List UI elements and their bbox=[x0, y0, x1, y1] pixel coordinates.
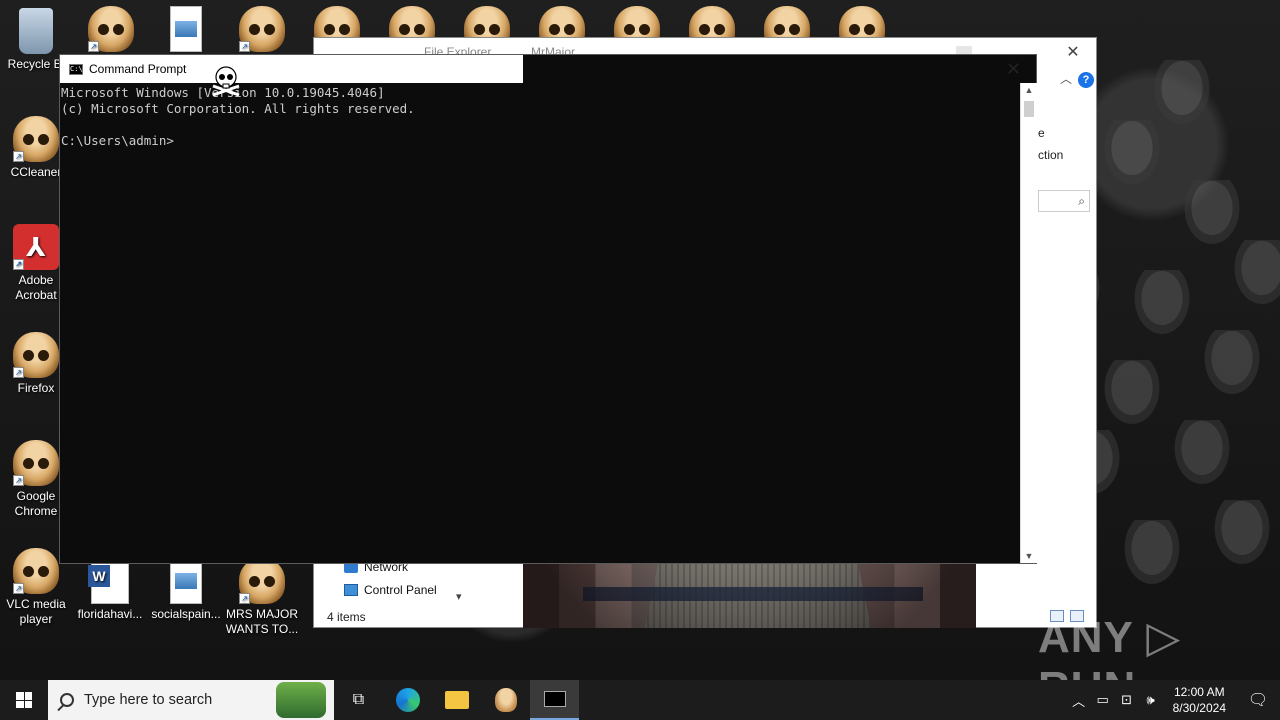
skull-icon: ↗ bbox=[13, 548, 59, 594]
wallpaper-skull bbox=[1100, 360, 1164, 430]
wallpaper-skull bbox=[1100, 120, 1164, 190]
doll-hem bbox=[583, 587, 923, 601]
skull-icon: ↗ bbox=[13, 116, 59, 162]
desktop-icon[interactable]: socialspain... bbox=[148, 558, 224, 622]
cmd-scrollbar[interactable]: ▲ ▼ bbox=[1020, 83, 1037, 563]
wallpaper-skull bbox=[1150, 60, 1214, 130]
windows-logo-icon bbox=[16, 692, 32, 708]
nav-scroll-down-icon[interactable]: ▾ bbox=[456, 590, 462, 603]
desktop-icon[interactable]: ↗ bbox=[224, 6, 300, 55]
explorer-status: 4 items bbox=[327, 610, 366, 624]
wallpaper-skull bbox=[1210, 500, 1274, 570]
explorer-close-icon[interactable]: ✕ bbox=[1050, 42, 1096, 62]
cmd-app-icon: C:\ bbox=[69, 63, 83, 75]
notification-icon[interactable]: 🗨 bbox=[1236, 690, 1280, 710]
desktop-icon[interactable]: ↗ MRS MAJOR WANTS TO... bbox=[224, 558, 300, 637]
taskbar-search[interactable]: Type here to search bbox=[48, 680, 334, 720]
desktop-icon-label: floridahavi... bbox=[77, 607, 143, 621]
skull-icon: ↗ bbox=[13, 440, 59, 486]
skull-icon bbox=[494, 688, 517, 712]
wallpaper-skull bbox=[1230, 240, 1280, 310]
task-view-button[interactable]: ⧉ bbox=[334, 680, 383, 720]
image-file-icon bbox=[170, 558, 202, 604]
scroll-down-icon[interactable]: ▼ bbox=[1021, 551, 1037, 561]
desktop-icon[interactable]: ↗ bbox=[73, 6, 149, 55]
volume-icon[interactable]: 🕪 bbox=[1139, 692, 1163, 708]
nav-item-control-panel[interactable]: Control Panel bbox=[344, 583, 437, 597]
skull-icon: ↗ bbox=[13, 332, 59, 378]
edge-icon bbox=[395, 688, 420, 712]
scroll-thumb[interactable] bbox=[1024, 101, 1034, 117]
wallpaper-skull bbox=[1170, 420, 1234, 490]
cmd-titlebar[interactable]: C:\ Command Prompt bbox=[60, 55, 523, 83]
skull-cursor-icon bbox=[212, 66, 240, 96]
console-line: Microsoft Windows [Version 10.0.19045.40… bbox=[61, 85, 385, 100]
task-view-icon: ⧉ bbox=[352, 691, 365, 708]
clock[interactable]: 12:00 AM 8/30/2024 bbox=[1163, 684, 1236, 716]
start-button[interactable] bbox=[0, 680, 48, 720]
shortcut-arrow-icon: ↗ bbox=[13, 583, 24, 594]
help-icon[interactable]: ? bbox=[1078, 72, 1094, 88]
search-icon bbox=[60, 693, 74, 707]
shortcut-arrow-icon: ↗ bbox=[239, 593, 250, 604]
shortcut-arrow-icon: ↗ bbox=[13, 475, 24, 486]
shortcut-arrow-icon: ↗ bbox=[13, 151, 24, 162]
cmd-close-icon[interactable]: ✕ bbox=[1006, 59, 1021, 80]
shortcut-arrow-icon: ↗ bbox=[13, 259, 24, 270]
console-line: (c) Microsoft Corporation. All rights re… bbox=[61, 101, 415, 116]
system-tray: ︿ ▭ ⊡ 🕪 12:00 AM 8/30/2024 🗨 bbox=[1067, 680, 1280, 720]
desktop-icon-label: VLC media player bbox=[6, 597, 66, 626]
network-tray-icon[interactable]: ⊡ bbox=[1115, 692, 1139, 708]
acrobat-icon: ⅄ ↗ bbox=[13, 224, 59, 270]
cmd-icon bbox=[543, 691, 566, 707]
skull-icon: ↗ bbox=[239, 6, 285, 52]
search-placeholder: Type here to search bbox=[84, 692, 213, 708]
command-prompt-window[interactable]: C:\ Command Prompt ✕ Microsoft Windows [… bbox=[59, 54, 1037, 564]
tray-overflow-icon[interactable]: ︿ bbox=[1067, 691, 1091, 710]
shortcut-arrow-icon: ↗ bbox=[13, 367, 24, 378]
cmd-console[interactable]: Microsoft Windows [Version 10.0.19045.40… bbox=[60, 83, 523, 563]
wallpaper-skull bbox=[1200, 330, 1264, 400]
shortcut-arrow-icon: ↗ bbox=[88, 41, 99, 52]
search-highlight-image bbox=[276, 682, 326, 718]
taskbar-skull-app[interactable] bbox=[481, 680, 530, 720]
explorer-search-icon[interactable]: ⌕ bbox=[1038, 190, 1090, 212]
desktop-icon-label: MRS MAJOR WANTS TO... bbox=[225, 607, 299, 636]
taskbar-cmd[interactable] bbox=[530, 680, 579, 720]
taskbar-file-explorer[interactable] bbox=[432, 680, 481, 720]
word-document-icon: W bbox=[88, 558, 129, 604]
battery-icon[interactable]: ▭ bbox=[1091, 692, 1115, 708]
desktop-icon-label: socialspain... bbox=[151, 607, 221, 621]
desktop-icon[interactable]: Wfloridahavi... bbox=[72, 558, 148, 622]
ribbon-collapse-icon[interactable]: ︿ bbox=[1060, 70, 1072, 87]
cmd-title: Command Prompt bbox=[89, 62, 187, 76]
image-file-icon bbox=[170, 6, 202, 52]
console-prompt: C:\Users\admin> bbox=[61, 133, 174, 148]
shortcut-arrow-icon: ↗ bbox=[239, 41, 250, 52]
skull-icon: ↗ bbox=[88, 6, 134, 52]
control-panel-icon bbox=[344, 584, 358, 596]
desktop-icon[interactable] bbox=[148, 6, 224, 55]
skull-icon: ↗ bbox=[239, 558, 285, 604]
recycle-bin-icon bbox=[19, 8, 53, 54]
wallpaper-skull bbox=[1130, 270, 1194, 340]
folder-icon bbox=[444, 691, 469, 709]
ribbon-fragment: e ction bbox=[1038, 126, 1064, 162]
taskbar-edge[interactable] bbox=[383, 680, 432, 720]
scroll-up-icon[interactable]: ▲ bbox=[1021, 85, 1037, 95]
taskbar: Type here to search ⧉ ︿ ▭ ⊡ 🕪 12:00 AM 8… bbox=[0, 680, 1280, 720]
wallpaper-skull bbox=[1120, 520, 1184, 590]
